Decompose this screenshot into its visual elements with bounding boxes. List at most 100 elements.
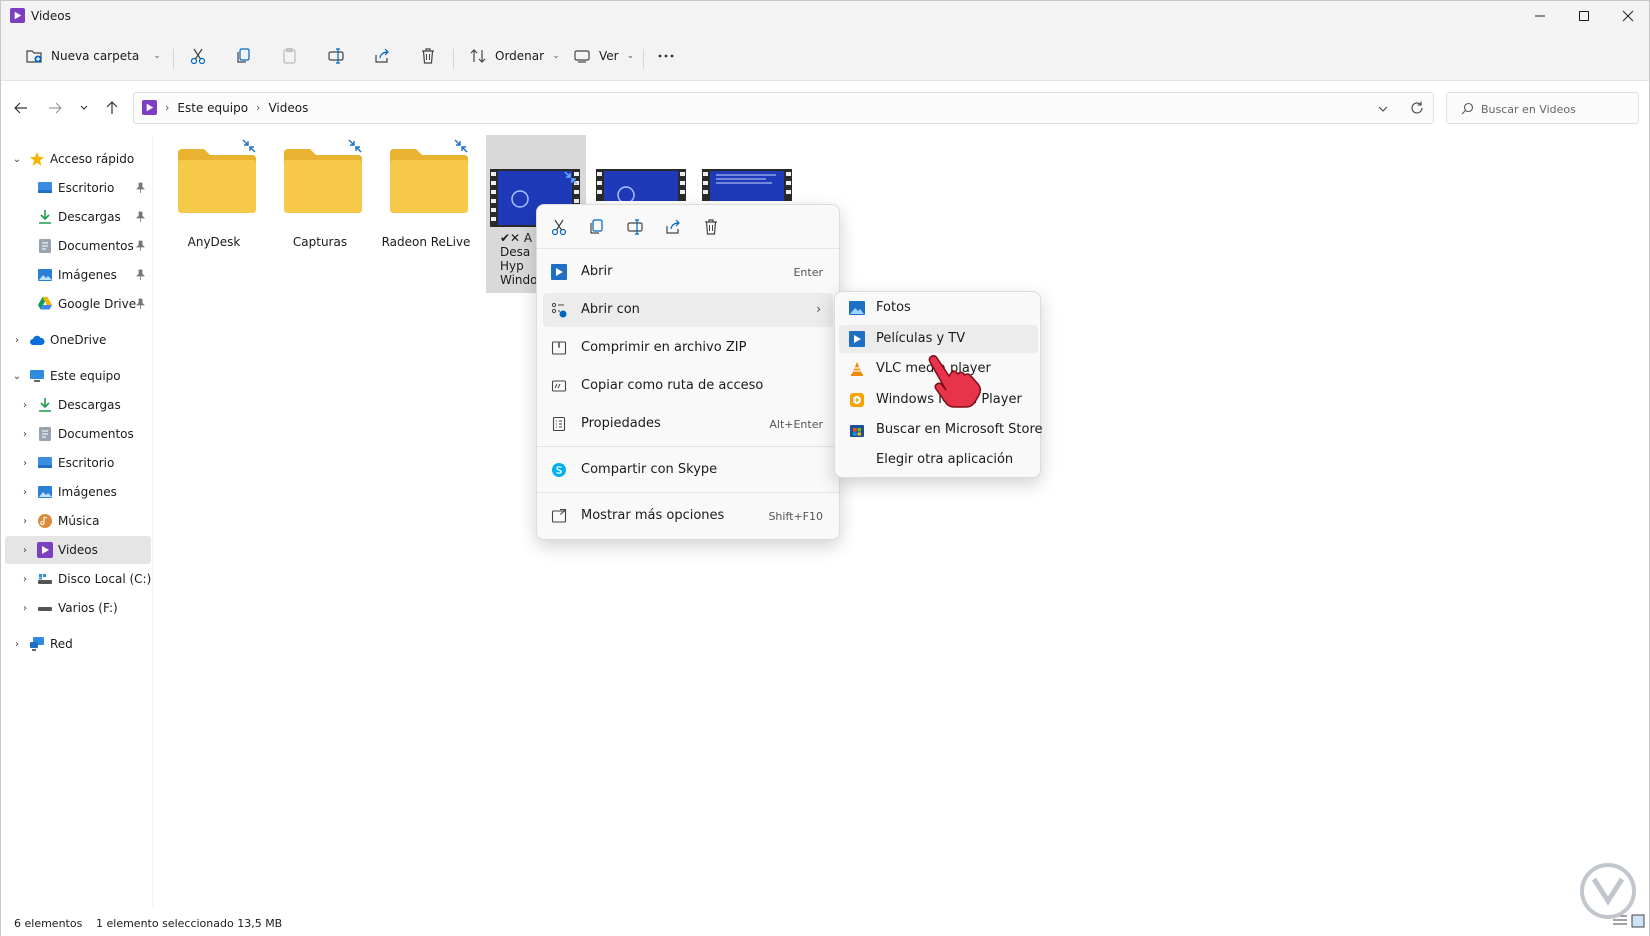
more-options-button[interactable] [657, 41, 675, 71]
sync-icon [454, 139, 468, 153]
rename-icon[interactable] [626, 218, 644, 236]
vlc-icon [851, 362, 863, 376]
chevron-down-icon[interactable] [1375, 101, 1391, 117]
sidebar-item-quick-access[interactable]: ⌄ Acceso rápido [5, 145, 151, 173]
scissors-icon[interactable] [550, 218, 568, 236]
new-folder-label: Nueva carpeta [51, 49, 140, 63]
sidebar-item-documents[interactable]: Documentos [5, 232, 151, 260]
divider [537, 492, 839, 493]
trash-icon[interactable] [702, 218, 720, 236]
menu-item-label: Abrir con [581, 302, 640, 317]
menu-item-open[interactable]: Abrir Enter [543, 255, 833, 289]
sidebar-item-label: OneDrive [50, 333, 107, 347]
sidebar-item-pc-documents[interactable]: › Documentos [5, 420, 151, 448]
chevron-right-icon[interactable]: › [19, 399, 31, 411]
menu-item-open-with[interactable]: Abrir con › [543, 293, 833, 327]
sidebar-item-pc-videos[interactable]: › Videos [5, 536, 151, 564]
sidebar-item-pc-music[interactable]: › Música [5, 507, 151, 535]
sidebar-item-label: Google Drive [58, 297, 137, 311]
address-bar[interactable]: › Este equipo › Videos [133, 92, 1434, 124]
search-box[interactable] [1446, 92, 1639, 124]
close-button[interactable] [1605, 1, 1650, 31]
cut-button[interactable] [189, 41, 207, 71]
chevron-right-icon[interactable]: › [19, 486, 31, 498]
sort-icon [470, 49, 486, 63]
sidebar-item-onedrive[interactable]: › OneDrive [5, 326, 151, 354]
chevron-right-icon[interactable]: › [19, 544, 31, 556]
chevron-right-icon[interactable]: › [19, 428, 31, 440]
sidebar-item-pc-desktop[interactable]: › Escritorio [5, 449, 151, 477]
menu-item-copy-path[interactable]: Copiar como ruta de acceso [543, 369, 833, 403]
hard-drive-icon [38, 574, 52, 584]
pin-icon[interactable] [135, 240, 146, 251]
breadcrumb-videos[interactable]: Videos [268, 101, 308, 115]
sidebar-item-pc-drive-c[interactable]: › Disco Local (C:) [5, 565, 151, 593]
sidebar-item-pictures[interactable]: Imágenes [5, 261, 151, 289]
chevron-down-icon[interactable]: ⌄ [11, 370, 23, 382]
arrow-left-icon [14, 102, 27, 114]
chevron-right-icon[interactable]: › [19, 515, 31, 527]
sidebar-item-pc-pictures[interactable]: › Imágenes [5, 478, 151, 506]
sidebar-item-google-drive[interactable]: Google Drive [5, 290, 151, 318]
menu-item-properties[interactable]: Propiedades Alt+Enter [543, 407, 833, 441]
up-button[interactable] [100, 96, 124, 120]
video-tile[interactable] [698, 135, 794, 201]
sidebar-item-this-pc[interactable]: ⌄ Este equipo [5, 362, 151, 390]
chevron-right-icon[interactable]: › [11, 638, 23, 650]
sort-button[interactable]: Ordenar ⌄ [469, 41, 560, 71]
folder-tile[interactable]: Capturas [272, 135, 368, 285]
rename-button[interactable] [327, 41, 345, 71]
sidebar-item-downloads[interactable]: Descargas [5, 203, 151, 231]
network-icon [30, 637, 44, 651]
sidebar-item-label: Documentos [58, 427, 134, 441]
chevron-down-icon[interactable]: ⌄ [11, 153, 23, 165]
maximize-button[interactable] [1561, 1, 1607, 31]
search-input[interactable] [1481, 99, 1631, 119]
pin-icon[interactable] [135, 298, 146, 309]
view-button[interactable]: Ver ⌄ [573, 41, 634, 71]
paste-button[interactable] [281, 41, 299, 71]
share-button[interactable] [373, 41, 391, 71]
folder-tile[interactable]: AnyDesk [166, 135, 262, 285]
chevron-right-icon[interactable]: › [19, 573, 31, 585]
submenu-item-choose-app[interactable]: Elegir otra aplicación [839, 446, 1038, 474]
recent-locations-button[interactable] [72, 96, 96, 120]
sidebar-item-pc-downloads[interactable]: › Descargas [5, 391, 151, 419]
menu-item-compress-zip[interactable]: Comprimir en archivo ZIP [543, 331, 833, 365]
rename-icon [328, 48, 344, 64]
submenu-item-movies-tv[interactable]: Películas y TV [839, 325, 1038, 353]
forward-button[interactable] [43, 96, 67, 120]
pin-icon[interactable] [135, 211, 146, 222]
menu-item-share-skype[interactable]: Compartir con Skype [543, 453, 833, 487]
folder-tile[interactable]: Radeon ReLive [378, 135, 474, 285]
submenu-item-photos[interactable]: Fotos [839, 294, 1038, 322]
chevron-right-icon[interactable]: › [19, 602, 31, 614]
chevron-right-icon[interactable]: › [11, 334, 23, 346]
breadcrumb-this-pc[interactable]: Este equipo [177, 101, 248, 115]
new-folder-button[interactable]: Nueva carpeta ⌄ [25, 41, 161, 71]
refresh-icon[interactable] [1409, 100, 1425, 116]
document-icon [39, 427, 51, 441]
minimize-button[interactable] [1517, 1, 1563, 31]
delete-button[interactable] [419, 41, 437, 71]
video-tile[interactable] [592, 135, 688, 201]
menu-item-more-options[interactable]: Mostrar más opciones Shift+F10 [543, 499, 833, 533]
sidebar-item-label: Imágenes [58, 268, 117, 282]
pin-icon[interactable] [135, 182, 146, 193]
download-icon [39, 210, 51, 224]
submenu-item-microsoft-store[interactable]: Buscar en Microsoft Store [839, 416, 1043, 444]
sidebar-item-label: Descargas [58, 210, 121, 224]
back-button[interactable] [9, 96, 33, 120]
pin-icon[interactable] [135, 269, 146, 280]
picture-icon [38, 269, 52, 281]
share-icon[interactable] [664, 218, 682, 236]
picture-icon [38, 486, 52, 498]
sidebar-item-network[interactable]: › Red [5, 630, 151, 658]
submenu-item-label: Elegir otra aplicación [876, 452, 1014, 467]
sidebar-item-desktop[interactable]: Escritorio [5, 174, 151, 202]
sidebar-item-pc-drive-f[interactable]: › Varios (F:) [5, 594, 151, 622]
copy-icon[interactable] [588, 218, 606, 236]
open-with-icon [551, 302, 567, 318]
chevron-right-icon[interactable]: › [19, 457, 31, 469]
copy-button[interactable] [235, 41, 253, 71]
